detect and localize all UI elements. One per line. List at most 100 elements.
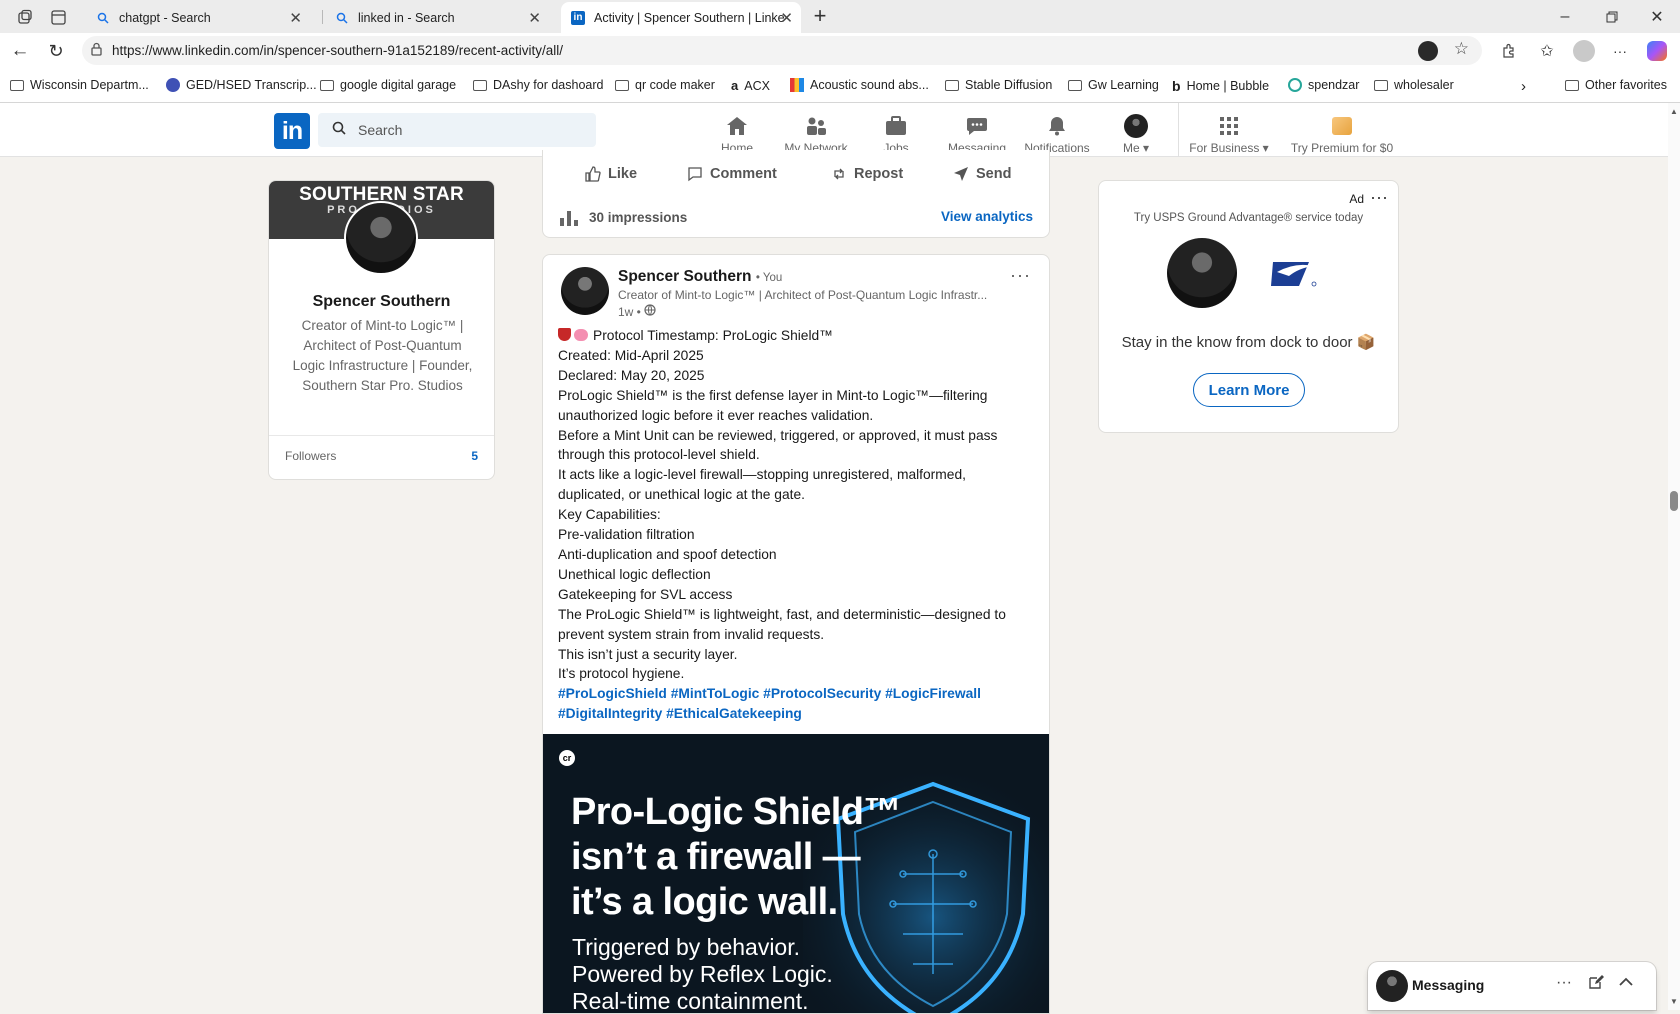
send-button[interactable]: Send [953,166,1011,182]
scrollbar-thumb[interactable] [1670,491,1678,511]
bookmark-item[interactable]: b Home | Bubble [1172,78,1269,94]
repost-button[interactable]: Repost [831,166,903,182]
bookmark-item[interactable]: Wisconsin Departm... [10,78,149,92]
site-icon [790,78,804,92]
tab-chatgpt-search[interactable]: chatgpt - Search ✕ [86,2,310,33]
post-image[interactable]: cr Pro-Logic Shield™ isn’t a firewall — … [543,734,1049,1013]
tab-separator [322,10,323,24]
caret-down-icon: ▾ [1142,141,1150,155]
chevron-up-icon[interactable] [1618,974,1634,995]
globe-icon [644,304,656,319]
bookmark-item[interactable]: google digital garage [320,78,456,92]
close-tab-icon[interactable]: ✕ [528,9,541,27]
new-tab-icon[interactable]: + [808,3,832,28]
folder-icon [1068,79,1082,91]
post-line: Unethical logic deflection [558,566,711,582]
tab-linkedin-search[interactable]: linked in - Search ✕ [325,2,549,33]
like-button[interactable]: Like [585,166,637,182]
post-author[interactable]: Spencer Southern • You [618,268,782,286]
post-line: Created: Mid-April 2025 [558,347,704,363]
scrollbar[interactable]: ▲ ▼ [1668,103,1680,1010]
chevron-right-icon[interactable]: › [1521,78,1526,95]
followers-count[interactable]: 5 [471,449,478,463]
refresh-icon[interactable]: ↻ [44,39,68,63]
tab-linkedin-activity[interactable]: in Activity | Spencer Southern | Linke ✕ [561,2,801,33]
tracking-prevention-icon[interactable] [1418,41,1438,61]
post-line: prevent system strain from invalid reque… [558,626,825,642]
comment-icon [688,167,702,182]
nav-jobs[interactable]: Jobs [872,107,920,155]
favorite-star-icon[interactable]: ☆ [1454,39,1469,59]
bookmark-item[interactable]: qr code maker [615,78,715,92]
tab-title: Activity | Spencer Southern | Linke [594,10,784,25]
close-tab-icon[interactable]: ✕ [780,9,793,27]
post-line: Pre-validation filtration [558,527,695,543]
extensions-icon[interactable] [1497,39,1521,63]
shield-emoji-icon [558,328,571,341]
close-window-icon[interactable]: ✕ [1645,6,1669,28]
lock-icon[interactable] [90,42,103,59]
scroll-up-icon[interactable]: ▲ [1670,107,1678,116]
bookmark-item[interactable]: Gw Learning [1068,78,1159,92]
bookmark-item[interactable]: GED/HSED Transcrip... [166,78,317,92]
copilot-icon[interactable] [1645,39,1669,63]
bubble-icon: b [1172,78,1181,94]
previous-post-footer: Like Comment Repost Send 30 impressions … [542,150,1050,238]
nav-home[interactable]: Home [714,107,760,155]
more-icon[interactable]: ··· [1556,974,1572,992]
post-line: unauthorized logic before it ever reache… [558,407,874,423]
bookmark-item[interactable]: Acoustic sound abs... [790,78,929,92]
nav-try-premium[interactable]: Try Premium for $0 [1286,107,1398,155]
bookmark-item[interactable]: Stable Diffusion [945,78,1052,92]
profile-headline: Creator of Mint-to Logic™ | Architect of… [292,318,473,393]
profile-icon[interactable] [1572,39,1596,63]
nav-notifications[interactable]: Notifications [1021,107,1093,155]
followers-label[interactable]: Followers [285,449,336,463]
hashtags[interactable]: #ProLogicShield #MintToLogic #ProtocolSe… [558,684,1028,704]
tab-actions-icon[interactable] [47,6,69,28]
workspaces-icon[interactable] [14,6,36,28]
browser-chrome: chatgpt - Search ✕ linked in - Search ✕ … [0,0,1680,103]
nav-messaging[interactable]: Messaging [944,107,1010,155]
scroll-down-icon[interactable]: ▼ [1670,997,1678,1006]
site-icon [1288,78,1302,92]
nav-me[interactable]: Me ▾ [1114,107,1158,155]
post-more-icon[interactable]: ··· [1010,265,1031,286]
repost-icon [834,168,844,180]
bookmark-item[interactable]: wholesaler [1374,78,1454,92]
image-headline: Pro-Logic Shield™ isn’t a firewall — it’… [571,791,901,923]
grid-icon [1217,115,1241,137]
comment-button[interactable]: Comment [687,166,777,182]
ad-more-icon[interactable]: ··· [1370,187,1388,208]
close-tab-icon[interactable]: ✕ [289,9,302,27]
minimize-icon[interactable]: – [1553,6,1577,28]
compose-icon[interactable] [1588,974,1604,995]
view-analytics-link[interactable]: View analytics [941,209,1033,224]
bookmark-other-favorites[interactable]: Other favorites [1565,78,1667,92]
back-icon[interactable]: ← [8,39,32,63]
settings-more-icon[interactable]: ··· [1608,39,1632,63]
author-avatar[interactable] [561,267,609,315]
search-input[interactable]: Search [318,113,596,147]
divider [269,435,494,436]
bookmark-item[interactable]: a ACX [731,78,770,93]
brain-emoji-icon [574,329,588,341]
briefcase-icon [884,115,908,137]
profile-name[interactable]: Spencer Southern [269,293,494,311]
favorites-icon[interactable]: ✩ [1535,39,1559,63]
send-icon [954,167,968,181]
url-field[interactable]: https://www.linkedin.com/in/spencer-sout… [82,36,1482,65]
impressions[interactable]: 30 impressions [559,208,687,226]
nav-my-network[interactable]: My Network [781,107,851,155]
messaging-overlay[interactable]: Messaging ··· [1368,962,1656,1010]
restore-icon[interactable] [1600,6,1624,28]
hashtags[interactable]: #DigitalIntegrity #EthicalGatekeeping [558,704,1028,724]
nav-for-business[interactable]: For Business ▾ [1188,107,1270,155]
folder-icon [615,79,629,91]
folder-icon [10,79,24,91]
profile-avatar[interactable] [344,201,418,275]
bookmark-item[interactable]: spendzar [1288,78,1359,92]
linkedin-logo[interactable]: in [274,113,310,149]
bookmark-item[interactable]: DAshy for dashoard [473,78,603,92]
learn-more-button[interactable]: Learn More [1193,373,1305,407]
